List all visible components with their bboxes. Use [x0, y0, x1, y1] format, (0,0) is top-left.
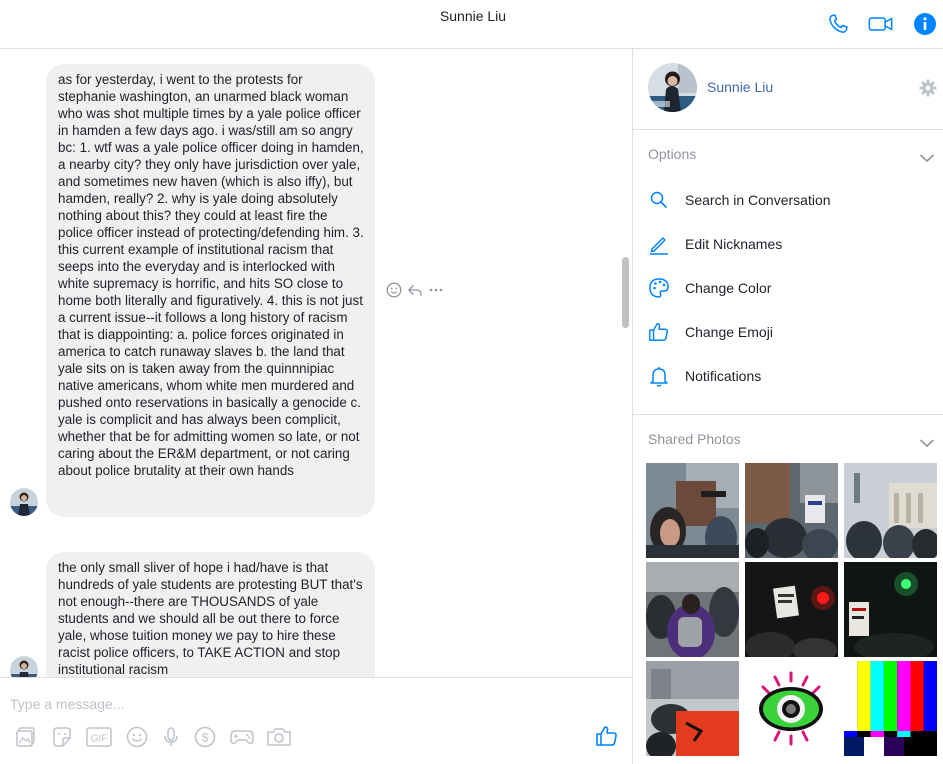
shared-photo[interactable]	[646, 661, 739, 756]
video-call-icon[interactable]	[868, 11, 894, 37]
option-label: Edit Nicknames	[685, 236, 783, 252]
shared-photo[interactable]	[745, 463, 838, 558]
chevron-down-icon[interactable]	[919, 435, 935, 448]
message-bubble[interactable]: as for yesterday, i went to the protests…	[46, 64, 375, 517]
message-composer: GIF $	[0, 677, 632, 764]
options-section-title[interactable]: Options	[648, 146, 696, 162]
conversation-title: Sunnie Liu	[439, 8, 507, 24]
message-input[interactable]	[10, 694, 570, 714]
conversation-details-panel: Sunnie Liu Options Search in Conversatio…	[632, 49, 943, 764]
message-actions	[386, 282, 444, 298]
emoji-icon[interactable]	[124, 724, 150, 750]
profile-avatar[interactable]	[648, 63, 697, 112]
photos-icon[interactable]	[13, 724, 39, 750]
option-edit-nicknames[interactable]: Edit Nicknames	[648, 229, 928, 259]
svg-text:$: $	[202, 731, 209, 745]
option-label: Change Color	[685, 280, 772, 296]
option-notifications[interactable]: Notifications	[648, 361, 928, 391]
games-icon[interactable]	[229, 724, 255, 750]
shared-photo[interactable]	[646, 562, 739, 657]
gear-icon[interactable]	[919, 79, 937, 97]
message-thread[interactable]: as for yesterday, i went to the protests…	[0, 49, 632, 677]
svg-text:GIF: GIF	[91, 734, 108, 745]
info-icon[interactable]	[912, 11, 938, 37]
shared-photo[interactable]	[646, 463, 739, 558]
conversation-header: Sunnie Liu	[0, 0, 943, 49]
chevron-down-icon[interactable]	[919, 150, 935, 163]
option-change-color[interactable]: Change Color	[648, 273, 928, 303]
shared-photo[interactable]	[745, 562, 838, 657]
payment-icon[interactable]: $	[192, 724, 218, 750]
camera-icon[interactable]	[266, 724, 292, 750]
message-bubble[interactable]: the only small sliver of hope i had/have…	[46, 552, 375, 677]
search-icon	[648, 189, 670, 211]
microphone-icon[interactable]	[158, 724, 184, 750]
thumbs-up-icon	[648, 321, 670, 343]
shared-photo[interactable]	[745, 661, 838, 756]
contact-avatar[interactable]	[10, 488, 38, 516]
shared-photos-section-title[interactable]: Shared Photos	[648, 431, 741, 447]
profile-name[interactable]: Sunnie Liu	[707, 79, 773, 95]
palette-icon	[648, 277, 670, 299]
thread-scrollbar[interactable]	[622, 257, 629, 328]
react-emoji-icon[interactable]	[386, 282, 402, 298]
shared-photo[interactable]	[844, 661, 937, 756]
section-divider	[633, 414, 943, 415]
profile-header: Sunnie Liu	[633, 49, 943, 130]
more-icon[interactable]	[428, 282, 444, 298]
option-label: Notifications	[685, 368, 762, 384]
option-search-in-conversation[interactable]: Search in Conversation	[648, 185, 928, 215]
contact-avatar[interactable]	[10, 656, 38, 677]
gif-icon[interactable]: GIF	[86, 724, 112, 750]
pencil-icon	[648, 233, 670, 255]
phone-call-icon[interactable]	[825, 11, 851, 37]
reply-icon[interactable]	[407, 282, 423, 298]
option-label: Search in Conversation	[685, 192, 831, 208]
sticker-icon[interactable]	[49, 724, 75, 750]
shared-photo[interactable]	[844, 562, 937, 657]
send-like-icon[interactable]	[594, 723, 620, 749]
bell-icon	[648, 365, 670, 387]
option-label: Change Emoji	[685, 324, 773, 340]
shared-photo[interactable]	[844, 463, 937, 558]
option-change-emoji[interactable]: Change Emoji	[648, 317, 928, 347]
